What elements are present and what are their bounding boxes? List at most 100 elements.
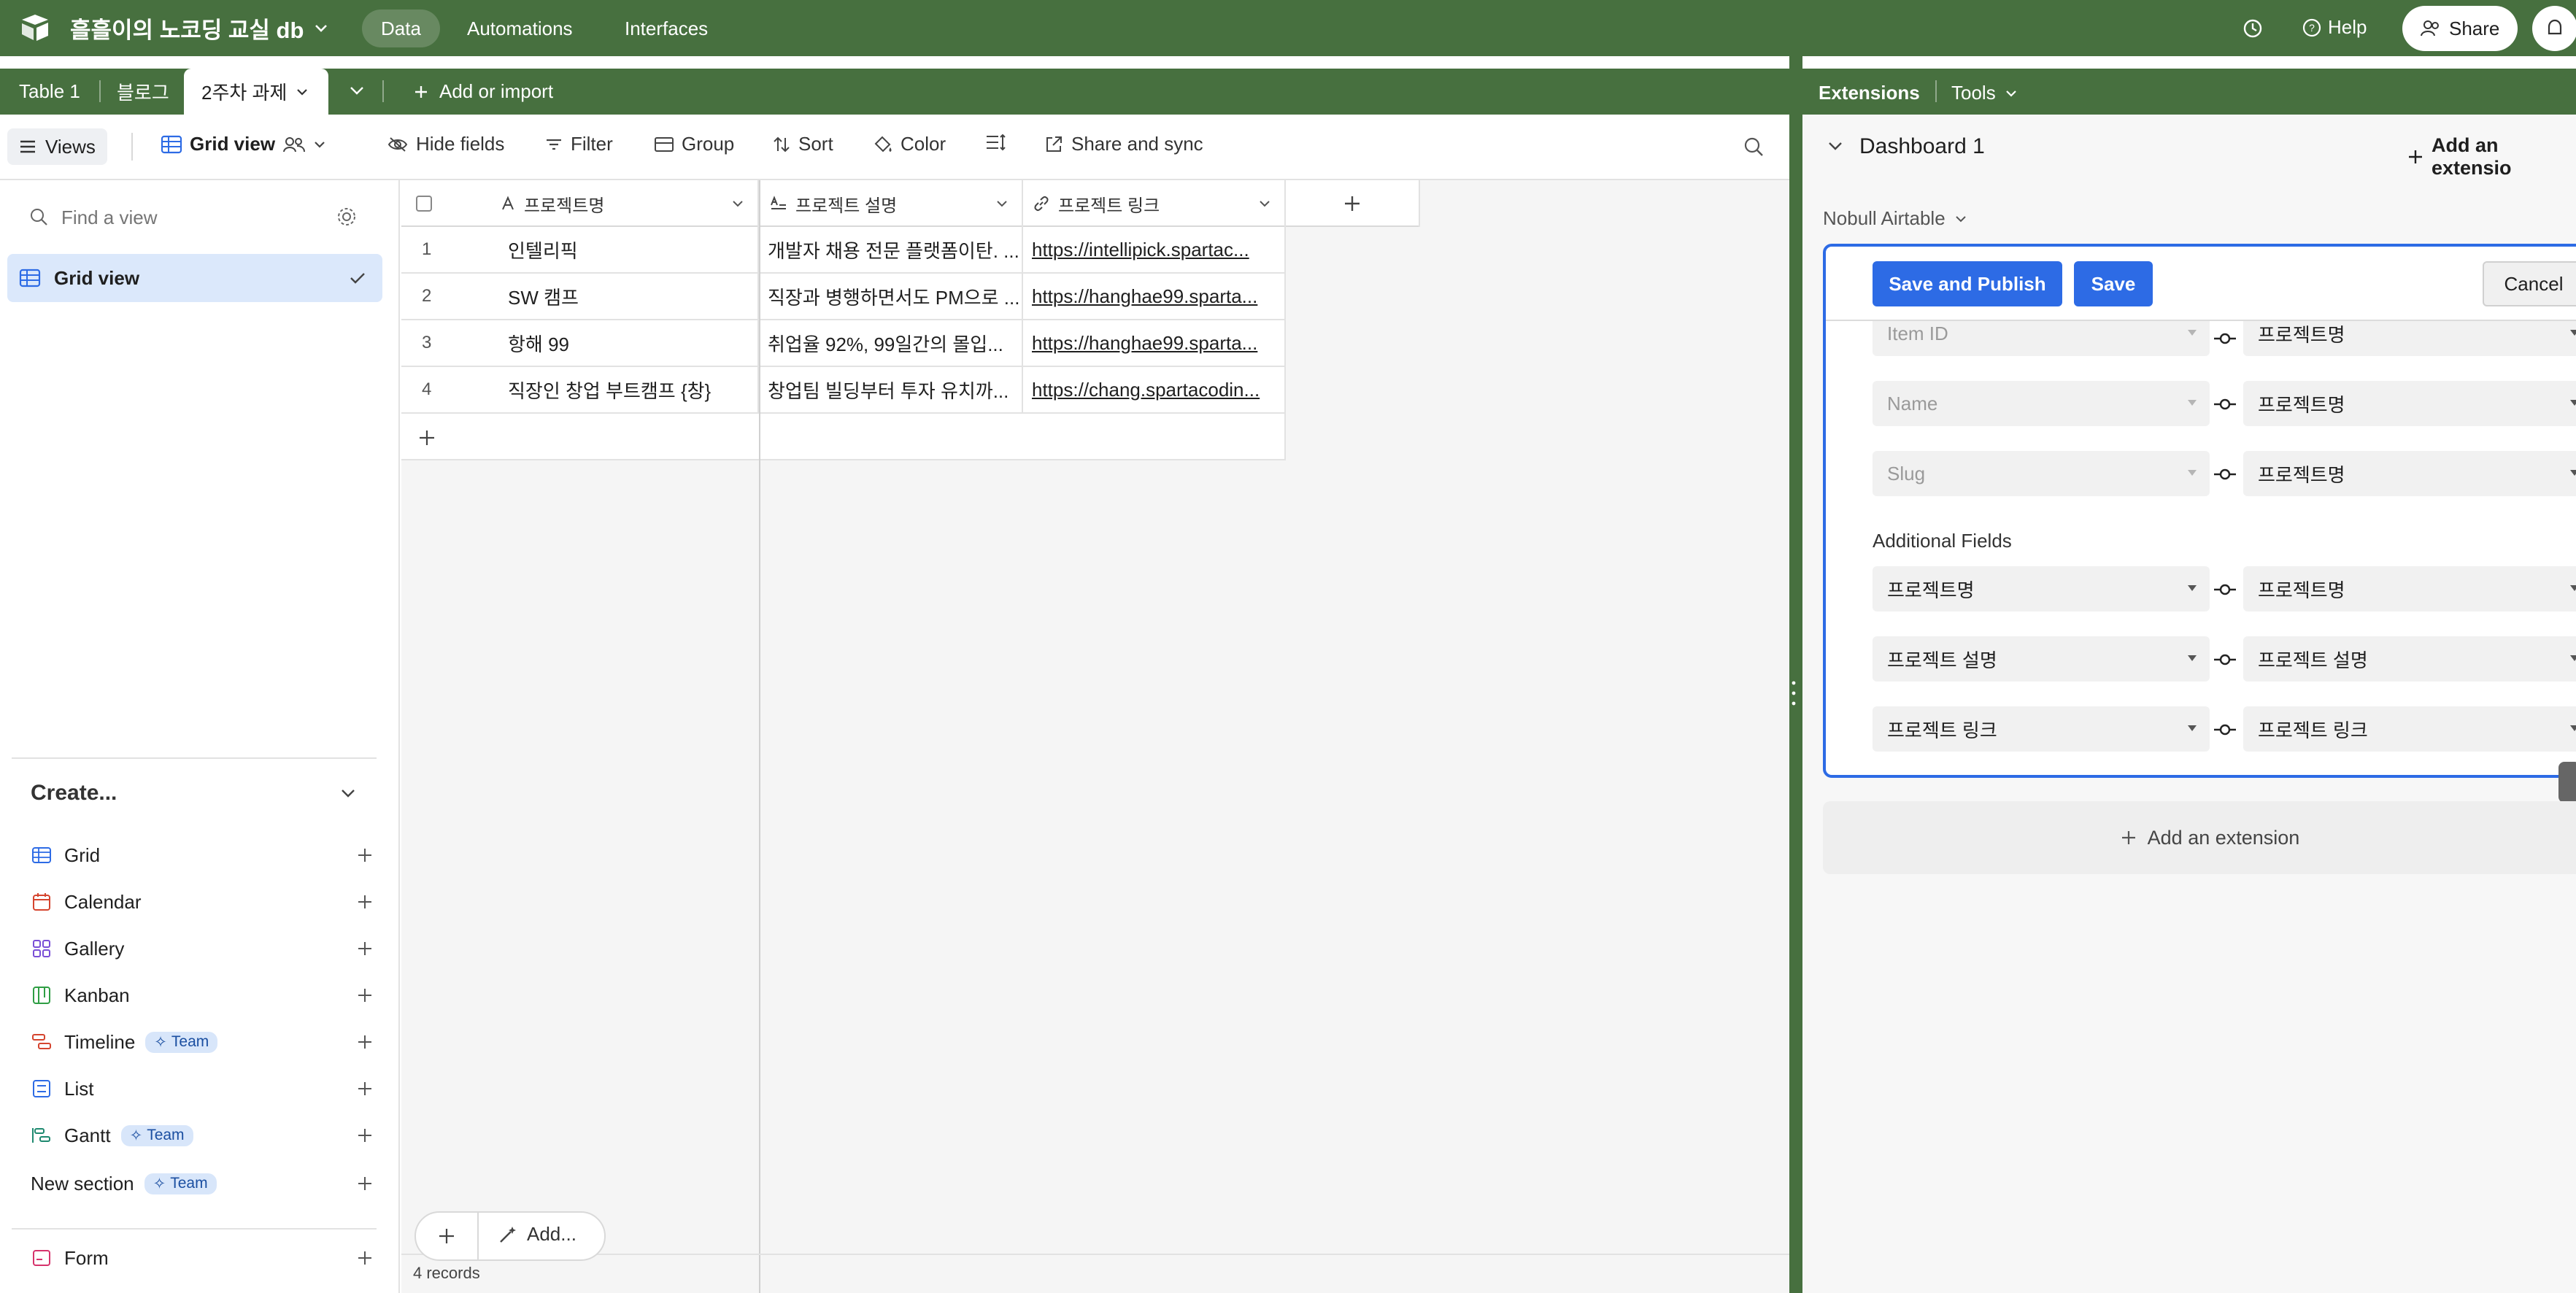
- description-cell[interactable]: 취업율 92%, 99일간의 몰입...: [759, 320, 1023, 367]
- create-gallery-view[interactable]: Gallery: [31, 934, 374, 963]
- color-button[interactable]: Color: [873, 133, 946, 155]
- tab-table-1[interactable]: Table 1: [0, 69, 99, 115]
- plus-icon[interactable]: [356, 1080, 374, 1097]
- chevron-down-icon[interactable]: [340, 788, 356, 798]
- create-new-section[interactable]: New section ✧ Team: [31, 1169, 374, 1198]
- share-and-sync-button[interactable]: Share and sync: [1044, 133, 1203, 155]
- plus-icon[interactable]: [356, 1033, 374, 1051]
- extension-name-menu[interactable]: Nobull Airtable: [1823, 207, 1967, 230]
- tab-active-table[interactable]: 2주차 과제: [184, 69, 328, 115]
- resize-grip-icon[interactable]: [1792, 679, 1796, 708]
- primary-cell[interactable]: 3 항해 99: [401, 320, 759, 367]
- group-button[interactable]: Group: [654, 133, 734, 155]
- add-with-ai-button[interactable]: Add...: [498, 1223, 576, 1246]
- cancel-button[interactable]: Cancel: [2483, 261, 2576, 306]
- add-or-import-button[interactable]: Add or import: [394, 69, 572, 115]
- airtable-field-select[interactable]: 프로젝트명: [2243, 451, 2576, 496]
- base-name-menu[interactable]: 흘흘이의 노코딩 교실 db: [70, 12, 328, 45]
- create-form-view[interactable]: Form: [31, 1243, 374, 1273]
- column-header-link[interactable]: 프로젝트 링크: [1023, 180, 1286, 227]
- nav-interfaces-tab[interactable]: Interfaces: [606, 9, 727, 47]
- plus-icon[interactable]: [356, 893, 374, 911]
- tools-menu[interactable]: Tools: [1951, 82, 2018, 104]
- webflow-field-select[interactable]: 프로젝트 링크: [1873, 706, 2210, 752]
- create-section-heading[interactable]: Create...: [31, 781, 117, 806]
- select-all-checkbox[interactable]: [416, 196, 432, 212]
- primary-cell[interactable]: 1 인텔리픽: [401, 227, 759, 274]
- plus-icon[interactable]: [356, 1127, 374, 1144]
- save-and-publish-button[interactable]: Save and Publish: [1873, 261, 2062, 306]
- panel-divider[interactable]: [1789, 56, 1802, 1293]
- chevron-down-icon[interactable]: [1827, 141, 1843, 151]
- airtable-field-select[interactable]: 프로젝트명: [2243, 566, 2576, 611]
- chevron-down-icon: [313, 140, 326, 149]
- add-extension-placeholder[interactable]: Add an extension: [1823, 801, 2576, 874]
- add-record-row[interactable]: [401, 414, 1286, 460]
- save-button[interactable]: Save: [2074, 261, 2153, 306]
- primary-cell[interactable]: 2 SW 캠프: [401, 274, 759, 320]
- create-list-view[interactable]: List: [31, 1074, 374, 1103]
- gear-icon[interactable]: [336, 206, 358, 228]
- tab-blog[interactable]: 블로그: [98, 69, 188, 115]
- notifications-button[interactable]: [2532, 6, 2576, 51]
- create-grid-view[interactable]: Grid: [31, 841, 374, 870]
- add-field-button[interactable]: [1286, 180, 1420, 227]
- link-cell[interactable]: https://intellipick.spartac...: [1023, 227, 1286, 274]
- column-header-description[interactable]: 프로젝트 설명: [759, 180, 1023, 227]
- sidebar-view-grid[interactable]: Grid view: [7, 254, 382, 302]
- link-cell[interactable]: https://hanghae99.sparta...: [1023, 274, 1286, 320]
- search-icon[interactable]: [1743, 136, 1765, 158]
- plus-icon[interactable]: [356, 940, 374, 957]
- webflow-field-select[interactable]: Slug: [1873, 451, 2210, 496]
- airtable-field-select[interactable]: 프로젝트 설명: [2243, 636, 2576, 682]
- search-icon: [29, 207, 48, 226]
- nav-automations-tab[interactable]: Automations: [448, 9, 592, 47]
- chevron-down-icon[interactable]: [731, 199, 744, 208]
- sparkle-icon: ✧: [154, 1033, 167, 1051]
- airtable-field-select[interactable]: 프로젝트명: [2243, 321, 2576, 356]
- primary-cell[interactable]: 4 직장인 창업 부트캠프 {창}: [401, 367, 759, 414]
- nav-data-tab[interactable]: Data: [362, 9, 440, 47]
- create-gantt-view[interactable]: Gantt ✧ Team: [31, 1121, 374, 1150]
- webflow-field-select[interactable]: Name: [1873, 381, 2210, 426]
- add-extension-button[interactable]: Add an extensio: [2407, 134, 2576, 180]
- plus-icon[interactable]: [356, 1249, 374, 1267]
- share-button[interactable]: Share: [2402, 6, 2518, 51]
- sort-button[interactable]: Sort: [772, 133, 833, 155]
- chevron-down-icon[interactable]: [1258, 199, 1271, 208]
- webflow-field-select[interactable]: 프로젝트명: [1873, 566, 2210, 611]
- help-button[interactable]: ? Help: [2302, 16, 2367, 39]
- webflow-field-select[interactable]: 프로젝트 설명: [1873, 636, 2210, 682]
- link-cell[interactable]: https://chang.spartacodin...: [1023, 367, 1286, 414]
- description-cell[interactable]: 창업팀 빌딩부터 투자 유치까...: [759, 367, 1023, 414]
- plus-icon[interactable]: [356, 846, 374, 864]
- hide-fields-button[interactable]: Hide fields: [387, 133, 504, 155]
- airtable-logo-icon[interactable]: [19, 13, 51, 42]
- tables-dropdown-icon[interactable]: [349, 85, 365, 96]
- webflow-field-select[interactable]: Item ID: [1873, 321, 2210, 356]
- airtable-field-select[interactable]: 프로젝트명: [2243, 381, 2576, 426]
- help-label: Help: [2328, 16, 2367, 38]
- airtable-field-select[interactable]: 프로젝트 링크: [2243, 706, 2576, 752]
- row-height-button[interactable]: [985, 133, 1007, 152]
- plus-icon[interactable]: [356, 1175, 374, 1192]
- dashboard-title[interactable]: Dashboard 1: [1859, 134, 1985, 159]
- extensions-title[interactable]: Extensions: [1819, 82, 1920, 104]
- find-view-input[interactable]: [61, 201, 309, 233]
- views-toggle-button[interactable]: Views: [7, 128, 107, 165]
- history-icon[interactable]: [2242, 18, 2264, 39]
- description-cell[interactable]: 직장과 병행하면서도 PM으로 ...: [759, 274, 1023, 320]
- plus-icon[interactable]: [356, 987, 374, 1004]
- active-tab-label: 2주차 과제: [201, 82, 288, 104]
- add-record-button[interactable]: [416, 1213, 479, 1259]
- extension-resize-handle[interactable]: [2558, 762, 2576, 803]
- link-cell[interactable]: https://hanghae99.sparta...: [1023, 320, 1286, 367]
- create-kanban-view[interactable]: Kanban: [31, 981, 374, 1010]
- column-header-primary[interactable]: 프로젝트명: [401, 180, 759, 227]
- filter-button[interactable]: Filter: [544, 133, 613, 155]
- chevron-down-icon[interactable]: [995, 199, 1009, 208]
- create-calendar-view[interactable]: Calendar: [31, 887, 374, 916]
- create-timeline-view[interactable]: Timeline ✧ Team: [31, 1027, 374, 1057]
- description-cell[interactable]: 개발자 채용 전문 플랫폼이탄. ...: [759, 227, 1023, 274]
- current-view-menu[interactable]: Grid view: [161, 133, 326, 155]
